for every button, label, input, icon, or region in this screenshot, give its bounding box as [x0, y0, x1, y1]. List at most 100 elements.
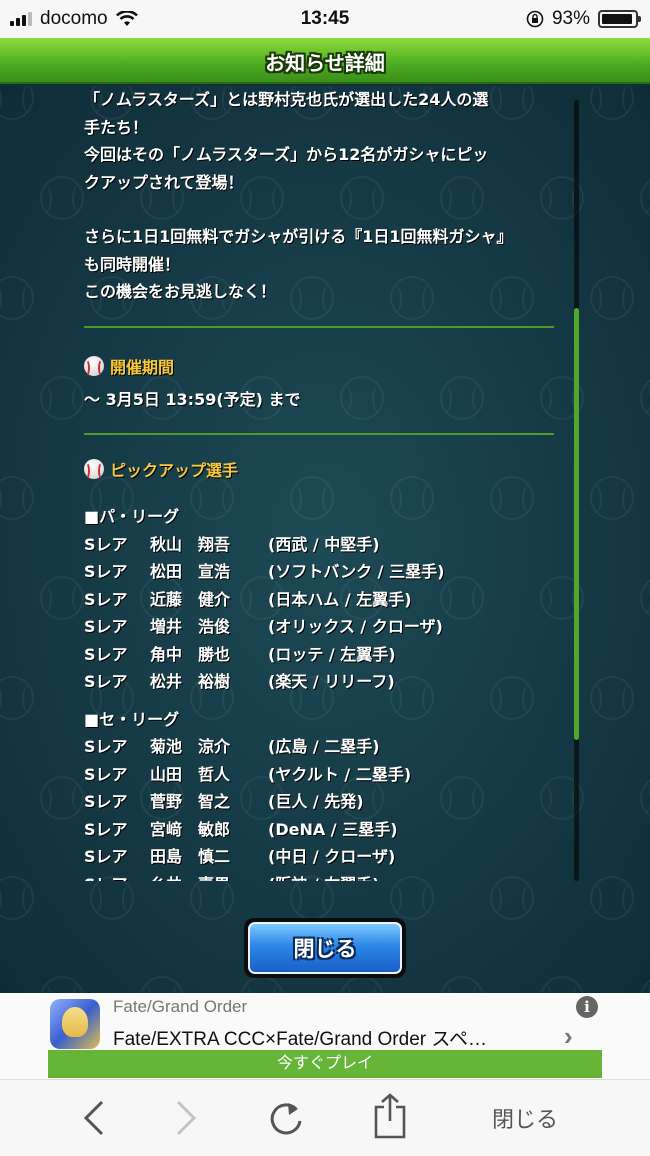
- background-baseball: [540, 976, 584, 993]
- scrollbar-track[interactable]: [574, 100, 579, 881]
- background-baseball: [340, 976, 384, 993]
- background-baseball: [590, 876, 634, 920]
- background-baseball: [0, 876, 34, 920]
- reload-icon: [270, 1103, 302, 1135]
- player-rarity: Sレア: [84, 819, 128, 839]
- background-baseball: [0, 476, 34, 520]
- share-button[interactable]: [368, 1092, 412, 1140]
- player-rarity: Sレア: [84, 871, 150, 882]
- background-baseball: [590, 276, 634, 320]
- background-baseball: [140, 976, 184, 993]
- player-team: (楽天 / リリーフ): [268, 672, 395, 691]
- player-rarity: Sレア: [84, 562, 128, 581]
- intro-line: も同時開催！: [84, 254, 181, 274]
- notice-body[interactable]: 「ノムラスターズ」とは野村克也氏が選出した24人の選 手たち！ 今回はその「ノム…: [84, 86, 554, 881]
- browser-toolbar: 閉じる: [0, 1079, 650, 1156]
- player-row: Sレア 田島 慎二 (中日 / クローザ): [84, 843, 554, 871]
- background-baseball: [590, 86, 634, 120]
- intro-paragraph-2: さらに1日1回無料でガシャが引ける『1日1回無料ガシャ』 も同時開催！ この機会…: [84, 223, 554, 306]
- player-name: 秋山 翔吾: [150, 534, 231, 554]
- player-team: (阪神 / 右翼手): [268, 871, 554, 882]
- player-rarity: Sレア: [84, 764, 128, 784]
- status-bar: docomo 13:45 93%: [0, 0, 650, 38]
- period-heading: 開催期間: [84, 354, 554, 378]
- player-name: 松田 宣浩: [150, 562, 231, 581]
- background-baseball: [0, 676, 34, 720]
- player-name: 菊池 涼介: [150, 737, 231, 756]
- intro-paragraph: 「ノムラスターズ」とは野村克也氏が選出した24人の選 手たち！ 今回はその「ノム…: [84, 86, 554, 196]
- close-button[interactable]: 閉じる: [244, 918, 406, 978]
- player-row: Sレア糸井 嘉男(阪神 / 右翼手): [84, 871, 554, 882]
- background-baseball: [640, 976, 650, 993]
- intro-line: この機会をお見逃しなく！: [84, 282, 277, 301]
- play-now-button[interactable]: 今すぐプレイ: [48, 1050, 602, 1078]
- background-baseball: [40, 776, 84, 820]
- battery-percent: 93%: [551, 8, 590, 29]
- intro-line: 手たち！: [84, 117, 149, 137]
- player-name: 松井 裕樹: [150, 672, 231, 691]
- battery-icon: [598, 10, 641, 28]
- player-row: Sレア 山田 哲人 (ヤクルト / 二塁手): [84, 761, 554, 789]
- league-heading-pacific: ■パ・リーグ: [84, 507, 180, 526]
- reload-button[interactable]: [264, 1098, 308, 1138]
- background-baseball: [40, 576, 84, 620]
- player-row: Sレア 秋山 翔吾 (西武 / 中堅手): [84, 531, 554, 559]
- notice-panel: 「ノムラスターズ」とは野村克也氏が選出した24人の選 手たち！ 今回はその「ノム…: [0, 86, 650, 993]
- battery-fill: [602, 14, 632, 24]
- player-list-pacific: Sレア 秋山 翔吾 (西武 / 中堅手) Sレア 松田 宣浩 (ソフトバンク / 三塁手)…: [84, 531, 554, 696]
- chevron-right-icon[interactable]: ›: [564, 1021, 573, 1052]
- status-right: 93%: [526, 8, 641, 30]
- header-bar: お知らせ詳細: [0, 38, 650, 84]
- background-baseball: [40, 376, 84, 420]
- background-baseball: [590, 476, 634, 520]
- background-baseball: [440, 976, 484, 993]
- player-row: Sレア 角中 勝也 (ロッテ / 左翼手): [84, 641, 554, 669]
- league-heading-central: ■セ・リーグ: [84, 709, 180, 729]
- forward-icon: [176, 1100, 197, 1136]
- player-team: (ヤクルト / 二塁手): [268, 764, 412, 784]
- orientation-lock-icon: [526, 10, 544, 28]
- background-baseball: [640, 376, 650, 420]
- ad-banner[interactable]: Fate/Grand Order Fate/EXTRA CCC×Fate/Gra…: [0, 993, 650, 1079]
- background-baseball: [640, 176, 650, 220]
- app-icon[interactable]: [50, 999, 100, 1049]
- pickup-heading-label: ピックアップ選手: [110, 461, 239, 480]
- player-row: Sレア 菊池 涼介 (広島 / 二塁手): [84, 733, 554, 761]
- background-baseball: [490, 876, 534, 920]
- player-team: (巨人 / 先発): [268, 792, 364, 811]
- intro-line: 「ノムラスターズ」とは野村克也氏が選出した24人の選: [84, 90, 489, 109]
- player-team: (ロッテ / 左翼手): [268, 644, 396, 664]
- baseball-icon: [84, 459, 104, 480]
- share-icon: [374, 1093, 406, 1139]
- player-row: Sレア 松田 宣浩 (ソフトバンク / 三塁手): [84, 558, 554, 586]
- back-button[interactable]: [74, 1098, 114, 1138]
- player-rarity: Sレア: [84, 534, 128, 554]
- player-rarity: Sレア: [84, 589, 128, 609]
- player-name: 菅野 智之: [150, 792, 231, 811]
- ad-title[interactable]: Fate/EXTRA CCC×Fate/Grand Order スペ…: [113, 1024, 487, 1051]
- player-row: Sレア 増井 浩俊 (オリックス / クローザ): [84, 613, 554, 641]
- player-row: Sレア 松井 裕樹 (楽天 / リリーフ): [84, 668, 554, 696]
- player-team: (中日 / クローザ): [268, 847, 396, 866]
- background-baseball: [590, 676, 634, 720]
- info-icon[interactable]: i: [576, 996, 598, 1018]
- player-name: 増井 浩俊: [150, 617, 231, 636]
- baseball-icon: [84, 355, 104, 377]
- background-baseball: [640, 576, 650, 620]
- background-baseball: [240, 976, 284, 993]
- period-text: ～ 3月5日 13:59(予定) まで: [84, 389, 301, 409]
- player-rarity: Sレア: [84, 644, 128, 664]
- player-team: (西武 / 中堅手): [268, 534, 380, 554]
- player-list-central: Sレア 菊池 涼介 (広島 / 二塁手) Sレア 山田 哲人 (ヤクルト / 二塁手) Sレ…: [84, 733, 554, 881]
- toolbar-close-button[interactable]: 閉じる: [470, 1098, 580, 1138]
- player-row: Sレア 菅野 智之 (巨人 / 先発): [84, 788, 554, 816]
- player-team: (日本ハム / 左翼手): [268, 589, 412, 609]
- background-baseball: [190, 876, 234, 920]
- intro-line: 今回はその「ノムラスターズ」から12名がガシャにピッ: [84, 145, 489, 164]
- forward-button[interactable]: [166, 1098, 206, 1138]
- scrollbar-thumb[interactable]: [574, 308, 579, 740]
- player-rarity: Sレア: [84, 792, 128, 811]
- player-team: (広島 / 二塁手): [268, 737, 380, 756]
- close-button-label: 閉じる: [248, 922, 402, 974]
- background-baseball: [0, 86, 34, 120]
